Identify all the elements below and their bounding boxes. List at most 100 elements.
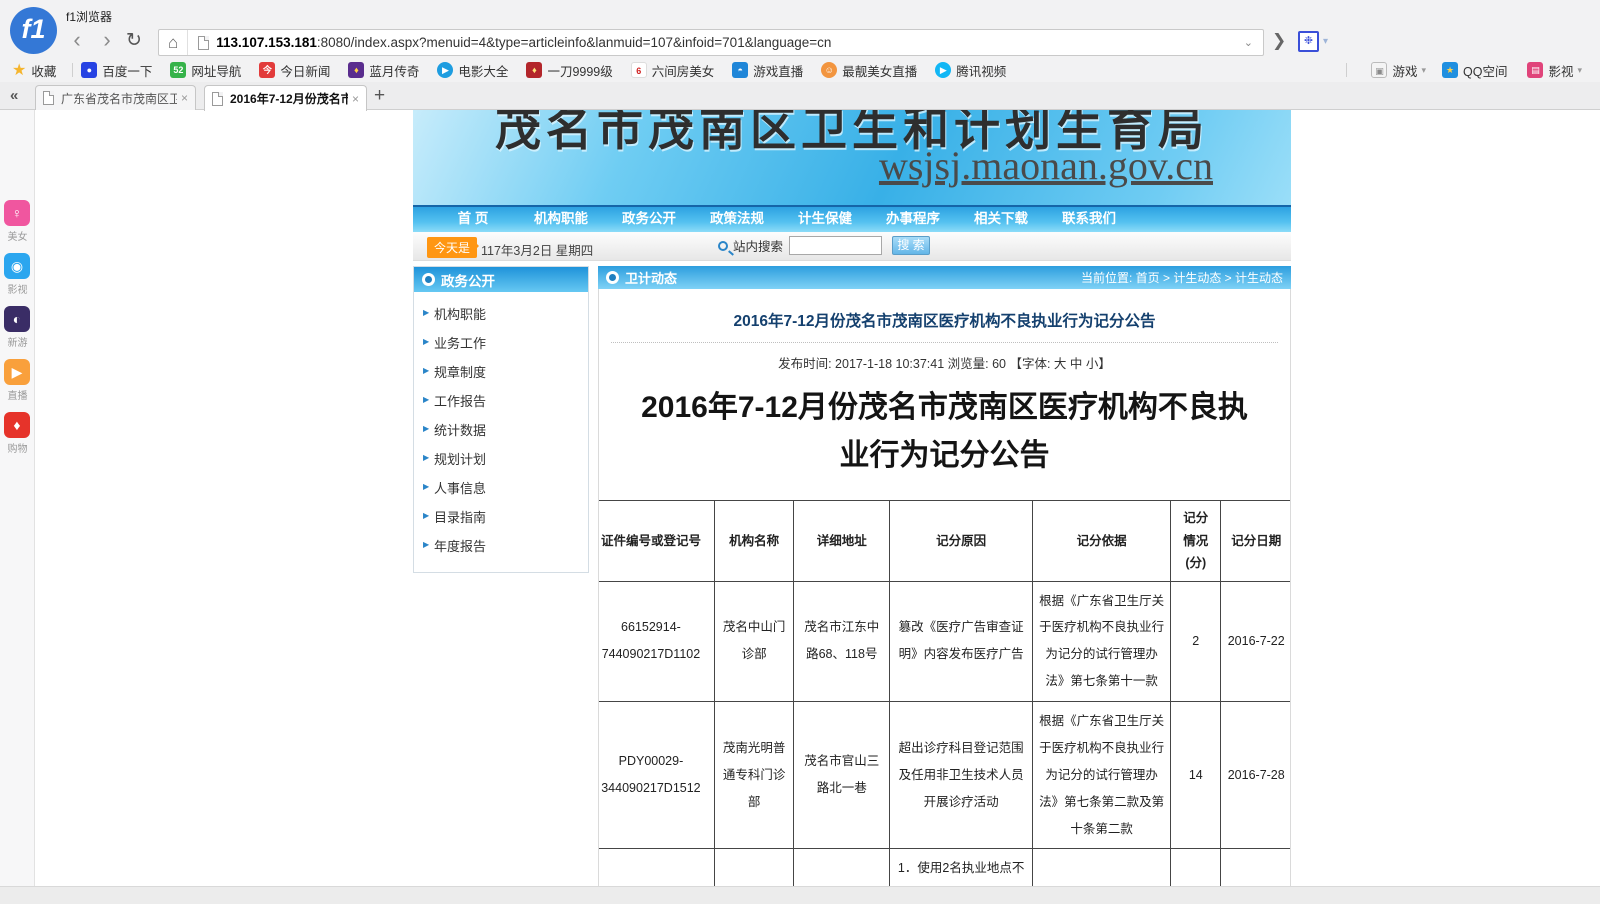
tool-icon: ▤ <box>1527 62 1543 78</box>
sidebar-menu-item[interactable]: 规划计划 <box>414 444 588 473</box>
nav-item[interactable]: 计生保健 <box>781 207 869 232</box>
right-tool-list: ▣ 游戏 ▾ ★ QQ空间 ▤ 影视 ▾ <box>1355 61 1582 80</box>
breadcrumb[interactable]: 当前位置: 首页 > 计生动态 > 计生动态 <box>1081 269 1283 286</box>
nav-item[interactable]: 联系我们 <box>1045 207 1133 232</box>
side-app-item[interactable]: ♀ 美女 <box>4 200 31 243</box>
bookmark-list: ● 百度一下 52 网址导航 今 今日新闻 ♦ 蓝月传奇 <box>81 61 1024 80</box>
bookmark-label: 最靓美女直播 <box>842 61 917 80</box>
baidu-dropdown-icon[interactable]: ▾ <box>1323 36 1328 47</box>
section-title: 卫计动态 <box>625 268 677 287</box>
cell-address: 茂名市官山三路北一巷 <box>794 702 890 849</box>
tab-close-icon[interactable]: × <box>352 92 359 106</box>
side-app-label: 美女 <box>4 228 31 243</box>
cell-institution: 茂南光明普通专科门诊部 <box>714 702 794 849</box>
nav-item[interactable]: 办事程序 <box>869 207 957 232</box>
browser-toolbar: ‹ › ↻ ⌂ 113.107.153.181:8080/index.aspx?… <box>0 26 1600 58</box>
toolbar-tool-item[interactable]: ▤ 影视 ▾ <box>1527 61 1582 80</box>
bookmark-item[interactable]: 6 六间房美女 <box>631 61 715 80</box>
url-text[interactable]: 113.107.153.181:8080/index.aspx?menuid=4… <box>216 35 831 50</box>
table-body: 66152914-744090217D1102 茂名中山门诊部 茂名市江东中路6… <box>599 581 1290 904</box>
scores-table: 证件编号或登记号机构名称详细地址记分原因记分依据记分 情况 (分)记分日期 66… <box>599 500 1290 904</box>
favorites-label[interactable]: 收藏 <box>31 61 56 80</box>
sidebar-menu-item[interactable]: 工作报告 <box>414 386 588 415</box>
tab-guangdong-maoming[interactable]: 广东省茂名市茂南区卫生 × <box>35 85 196 110</box>
nav-item[interactable]: 首 页 <box>429 207 517 232</box>
article-panel: 2016年7-12月份茂名市茂南区医疗机构不良执业行为记分公告 发布时间: 20… <box>598 289 1291 904</box>
nav-item[interactable]: 相关下载 <box>957 207 1045 232</box>
url-host: 113.107.153.181 <box>216 35 317 50</box>
cell-address: 茂名市江东中路68、118号 <box>794 581 890 702</box>
divider <box>187 30 188 55</box>
cell-reason: 篡改《医疗广告审查证明》内容发布医疗广告 <box>890 581 1033 702</box>
cell-date: 2016-7-22 <box>1221 581 1290 702</box>
bookmark-item[interactable]: 52 网址导航 <box>170 61 241 80</box>
browser-chrome: f1 f1浏览器 ‹ › ↻ ⌂ 113.107.153.181:8080/in… <box>0 0 1600 110</box>
side-app-item[interactable]: ◉ 影视 <box>4 253 31 296</box>
new-tab-button[interactable]: + <box>374 85 385 107</box>
table-header-row: 证件编号或登记号机构名称详细地址记分原因记分依据记分 情况 (分)记分日期 <box>599 501 1290 582</box>
bookmark-favicon-icon: ☺ <box>821 62 837 78</box>
bookmark-item[interactable]: ● 百度一下 <box>81 61 152 80</box>
search-button[interactable]: 搜 索 <box>892 236 930 255</box>
sidebar-menu-item[interactable]: 统计数据 <box>414 415 588 444</box>
tab-2016-announcement-active[interactable]: 2016年7-12月份茂名市茂 × <box>204 85 367 111</box>
bookmark-favicon-icon: 52 <box>170 62 186 78</box>
table-header-cell: 记分日期 <box>1221 501 1290 582</box>
bookmark-item[interactable]: ▶ 腾讯视频 <box>935 61 1006 80</box>
side-app-strip: ♀ 美女 ◉ 影视 ◐ 新游 ▶ 直播 ♦ 购物 <box>0 110 35 904</box>
search-input[interactable] <box>789 236 882 255</box>
sidebar-menu-item[interactable]: 目录指南 <box>414 502 588 531</box>
site-banner: 茂名市茂南区卫生和计划生育局 wsjsj.maonan.gov.cn <box>413 110 1291 205</box>
nav-item[interactable]: 机构职能 <box>517 207 605 232</box>
address-bar[interactable]: ⌂ 113.107.153.181:8080/index.aspx?menuid… <box>158 29 1264 56</box>
sidebar-menu-item[interactable]: 规章制度 <box>414 357 588 386</box>
divider <box>611 342 1278 343</box>
tool-icon: ★ <box>1442 62 1458 78</box>
bookmark-item[interactable]: ♦ 蓝月传奇 <box>348 61 419 80</box>
back-button[interactable]: ‹ <box>64 27 90 53</box>
side-app-item[interactable]: ◐ 新游 <box>4 306 31 349</box>
table-header-cell: 记分依据 <box>1033 501 1171 582</box>
bookmark-favicon-icon: ▶ <box>437 62 453 78</box>
table-header-cell: 详细地址 <box>794 501 890 582</box>
main-content: 卫计动态 当前位置: 首页 > 计生动态 > 计生动态 2016年7-12月份茂… <box>598 266 1291 904</box>
tab-close-icon[interactable]: × <box>181 91 188 105</box>
bookmark-label: 腾讯视频 <box>956 61 1006 80</box>
go-button[interactable]: ❯ <box>1272 31 1286 51</box>
bookmark-item[interactable]: ♦ 一刀9999级 <box>526 61 612 80</box>
side-app-item[interactable]: ♦ 购物 <box>4 412 31 455</box>
bookmark-item[interactable]: ▶ 电影大全 <box>437 61 508 80</box>
nav-item[interactable]: 政策法规 <box>693 207 781 232</box>
address-dropdown-icon[interactable]: ⌄ <box>1244 36 1263 49</box>
forward-button[interactable]: › <box>94 27 120 53</box>
cell-basis: 根据《广东省卫生厅关于医疗机构不良执业行为记分的试行管理办法》第七条第二款及第十… <box>1033 702 1171 849</box>
baidu-paw-icon[interactable]: ❉ <box>1298 31 1319 52</box>
divider <box>72 63 73 77</box>
nav-item[interactable]: 政务公开 <box>605 207 693 232</box>
bookmark-item[interactable]: ☺ 最靓美女直播 <box>821 61 917 80</box>
bookmark-favicon-icon: ♦ <box>526 62 542 78</box>
bookmark-label: 网址导航 <box>191 61 241 80</box>
sidebar-menu-item[interactable]: 年度报告 <box>414 531 588 560</box>
search-icon <box>718 241 728 251</box>
favorites-star-icon[interactable]: ★ <box>12 60 26 80</box>
section-disc-icon <box>422 273 435 286</box>
side-app-icon: ♦ <box>4 412 30 438</box>
reload-button[interactable]: ↻ <box>126 29 142 52</box>
home-icon[interactable]: ⌂ <box>159 33 187 53</box>
sidebar-menu-item[interactable]: 业务工作 <box>414 328 588 357</box>
side-app-item[interactable]: ▶ 直播 <box>4 359 31 402</box>
toolbar-tool-item[interactable]: ▣ 游戏 ▾ <box>1371 61 1426 80</box>
bookmark-label: 六间房美女 <box>652 61 715 80</box>
bookmark-item[interactable]: ◓ 游戏直播 <box>732 61 803 80</box>
today-badge: 今天是 <box>427 237 477 258</box>
bookmark-item[interactable]: 今 今日新闻 <box>259 61 330 80</box>
side-app-label: 直播 <box>4 387 31 402</box>
tab-collapse-icon[interactable]: « <box>10 87 18 104</box>
sidebar-menu-item[interactable]: 机构职能 <box>414 299 588 328</box>
tab-title: 广东省茂名市茂南区卫生 <box>61 90 177 107</box>
toolbar-tool-item[interactable]: ★ QQ空间 <box>1442 61 1511 80</box>
tool-icon: ▣ <box>1371 62 1387 78</box>
sidebar-menu-item[interactable]: 人事信息 <box>414 473 588 502</box>
cell-license-no: 66152914-744090217D1102 <box>599 581 714 702</box>
